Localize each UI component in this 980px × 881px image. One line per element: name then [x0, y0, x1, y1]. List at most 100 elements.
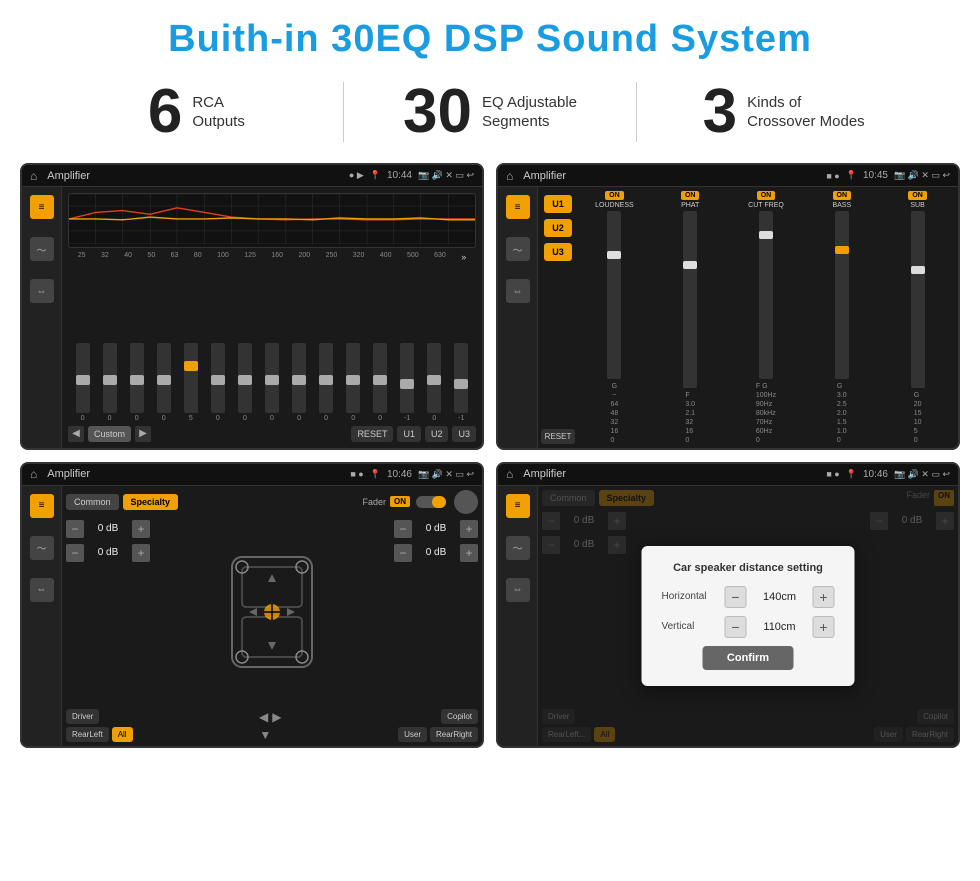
fader-avatar-icon[interactable]	[454, 490, 478, 514]
home-icon-xo[interactable]: ⌂	[506, 169, 513, 183]
dialog-confirm-button[interactable]: Confirm	[703, 646, 793, 670]
fader-user-btn[interactable]: User	[398, 727, 427, 742]
fader-minus-3[interactable]: −	[394, 520, 412, 538]
xo-reset-btn[interactable]: RESET	[541, 429, 576, 444]
eq-slider-9[interactable]: 0	[319, 343, 333, 422]
fader-tab-common[interactable]: Common	[66, 494, 119, 510]
eq-slider-8[interactable]: 0	[292, 343, 306, 422]
status-icons-eq: 📷 🔊 ✕ ▭ ↩	[418, 170, 474, 181]
eq-slider-13[interactable]: 0	[427, 343, 441, 422]
fader-db-val-1: 0 dB	[88, 523, 128, 534]
fader-sidebar-icon-2[interactable]: 〜	[30, 536, 54, 560]
dialog-vertical-plus[interactable]: +	[813, 616, 835, 638]
eq-lbl-7: 125	[244, 252, 256, 262]
eq-u1-btn[interactable]: U1	[397, 426, 421, 442]
eq-slider-14[interactable]: -1	[454, 343, 468, 422]
fader-driver-btn[interactable]: Driver	[66, 709, 99, 724]
fader-copilot-btn[interactable]: Copilot	[441, 709, 478, 724]
fader-left-controls: − 0 dB + − 0 dB +	[66, 520, 166, 706]
fader-plus-2[interactable]: +	[132, 544, 150, 562]
fader-down2-arrow[interactable]: ▼	[259, 728, 271, 742]
eq-u2-btn[interactable]: U2	[425, 426, 449, 442]
eq-slider-1[interactable]: 0	[103, 343, 117, 422]
location-icon-dist: 📍	[846, 469, 857, 480]
stat-label-rca: RCA Outputs	[192, 93, 245, 132]
dialog-horizontal-minus[interactable]: −	[725, 586, 747, 608]
xo-on-sub[interactable]: ON	[908, 191, 927, 200]
eq-sidebar-icon-1[interactable]: ≡	[30, 195, 54, 219]
eq-slider-4[interactable]: 5	[184, 343, 198, 422]
xo-channel-phat: ON PHAT F 3.0 2.1 32 16 0	[654, 191, 727, 444]
eq-reset-btn[interactable]: RESET	[351, 426, 393, 442]
eq-slider-11[interactable]: 0	[373, 343, 387, 422]
stat-label-eq: EQ Adjustable Segments	[482, 93, 577, 132]
fader-down-arrow[interactable]: ▶	[272, 710, 281, 724]
fader-sidebar-icon-3[interactable]: ⇔	[30, 578, 54, 602]
eq-lbl-arrow[interactable]: »	[461, 252, 466, 262]
dist-bg-tabs: Common Specialty Fader ON	[542, 490, 954, 506]
dist-tab-specialty: Specialty	[599, 490, 655, 506]
xo-sidebar-icon-3[interactable]: ⇔	[506, 279, 530, 303]
status-title-dist: Amplifier	[523, 468, 820, 480]
eq-slider-12[interactable]: -1	[400, 343, 414, 422]
screens-grid: ⌂ Amplifier ● ▶ 📍 10:44 📷 🔊 ✕ ▭ ↩ ≡ 〜 ⇔	[0, 158, 980, 758]
eq-slider-0[interactable]: 0	[76, 343, 90, 422]
xo-on-phat[interactable]: ON	[681, 191, 700, 200]
fader-minus-2[interactable]: −	[66, 544, 84, 562]
xo-channel-loudness: ON LOUDNESS G ~ 64 48 32 16 0	[578, 191, 651, 444]
status-time-xo: 10:45	[863, 170, 888, 181]
home-icon-dist[interactable]: ⌂	[506, 467, 513, 481]
dialog-vertical-label: Vertical	[662, 621, 717, 632]
xo-on-bass[interactable]: ON	[833, 191, 852, 200]
dialog-horizontal-row: Horizontal − 140cm +	[662, 586, 835, 608]
fader-on-badge[interactable]: ON	[390, 496, 410, 507]
eq-graph	[68, 193, 476, 248]
eq-u3-btn[interactable]: U3	[452, 426, 476, 442]
xo-sidebar-icon-1[interactable]: ≡	[506, 195, 530, 219]
home-icon-fader[interactable]: ⌂	[30, 467, 37, 481]
eq-lbl-10: 250	[326, 252, 338, 262]
dist-sidebar-icon-1[interactable]: ≡	[506, 494, 530, 518]
eq-content: ≡ 〜 ⇔	[22, 187, 482, 448]
dialog-horizontal-plus[interactable]: +	[813, 586, 835, 608]
eq-sidebar-icon-3[interactable]: ⇔	[30, 279, 54, 303]
xo-channel-bass: ON BASS G 3.0 2.5 2.0 1.5 1.0 0	[805, 191, 878, 444]
eq-slider-10[interactable]: 0	[346, 343, 360, 422]
xo-on-loudness[interactable]: ON	[605, 191, 624, 200]
eq-prev-arrow[interactable]: ◀	[68, 426, 84, 442]
status-title-xo: Amplifier	[523, 170, 820, 182]
xo-u2-btn[interactable]: U2	[544, 219, 572, 237]
status-bar-xo: ⌂ Amplifier ■ ● 📍 10:45 📷 🔊 ✕ ▭ ↩	[498, 165, 958, 187]
home-icon-eq[interactable]: ⌂	[30, 169, 37, 183]
eq-slider-3[interactable]: 0	[157, 343, 171, 422]
xo-u3-btn[interactable]: U3	[544, 243, 572, 261]
eq-sidebar-icon-2[interactable]: 〜	[30, 237, 54, 261]
fader-minus-4[interactable]: −	[394, 544, 412, 562]
eq-slider-5[interactable]: 0	[211, 343, 225, 422]
car-diagram	[172, 520, 372, 706]
dist-sidebar-icon-2[interactable]: 〜	[506, 536, 530, 560]
eq-slider-6[interactable]: 0	[238, 343, 252, 422]
xo-sidebar-icon-2[interactable]: 〜	[506, 237, 530, 261]
fader-plus-4[interactable]: +	[460, 544, 478, 562]
fader-minus-1[interactable]: −	[66, 520, 84, 538]
eq-preset-label[interactable]: Custom	[88, 426, 131, 442]
fader-tab-specialty[interactable]: Specialty	[123, 494, 179, 510]
fader-plus-1[interactable]: +	[132, 520, 150, 538]
fader-up-arrow[interactable]: ◀	[259, 710, 268, 724]
fader-all-btn[interactable]: All	[112, 727, 133, 742]
fader-rearleft-btn[interactable]: RearLeft	[66, 727, 109, 742]
dist-tab-common: Common	[542, 490, 595, 506]
stat-label-crossover: Kinds of Crossover Modes	[747, 93, 865, 132]
eq-next-arrow[interactable]: ▶	[135, 426, 151, 442]
dist-sidebar-icon-3[interactable]: ⇔	[506, 578, 530, 602]
fader-rearright-btn[interactable]: RearRight	[430, 727, 478, 742]
eq-lbl-2: 40	[124, 252, 132, 262]
eq-slider-7[interactable]: 0	[265, 343, 279, 422]
fader-sidebar-icon-1[interactable]: ≡	[30, 494, 54, 518]
xo-on-cutfreq[interactable]: ON	[757, 191, 776, 200]
fader-plus-3[interactable]: +	[460, 520, 478, 538]
eq-slider-2[interactable]: 0	[130, 343, 144, 422]
dialog-vertical-minus[interactable]: −	[725, 616, 747, 638]
xo-u1-btn[interactable]: U1	[544, 195, 572, 213]
